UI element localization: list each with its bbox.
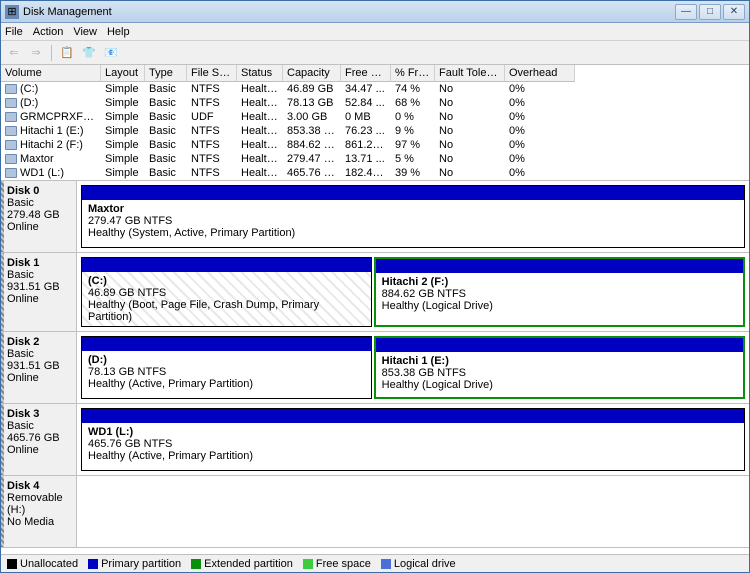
volume-row[interactable]: Hitachi 2 (F:)SimpleBasicNTFSHealthy ...…: [1, 138, 749, 152]
column-header[interactable]: Overhead: [505, 65, 575, 82]
disk-row[interactable]: Disk 2Basic931.51 GBOnline(D:)78.13 GB N…: [1, 332, 749, 404]
column-header[interactable]: Fault Tolerance: [435, 65, 505, 82]
close-button[interactable]: ✕: [723, 4, 745, 20]
properties-button[interactable]: 👕: [80, 44, 98, 62]
volume-row[interactable]: WD1 (L:)SimpleBasicNTFSHealthy ...465.76…: [1, 166, 749, 180]
window-title: Disk Management: [23, 6, 675, 18]
menubar: File Action View Help: [1, 23, 749, 41]
disk-info: Disk 1Basic931.51 GBOnline: [1, 253, 77, 331]
column-header[interactable]: Free S...: [341, 65, 391, 82]
disk-graph-pane: Disk 0Basic279.48 GBOnlineMaxtor279.47 G…: [1, 181, 749, 554]
disk-partitions: (D:)78.13 GB NTFSHealthy (Active, Primar…: [77, 332, 749, 403]
volume-row[interactable]: GRMCPRXFRE...SimpleBasicUDFHealthy ...3.…: [1, 110, 749, 124]
titlebar: ⊞ Disk Management — □ ✕: [1, 1, 749, 23]
disk-row[interactable]: Disk 1Basic931.51 GBOnline(C:)46.89 GB N…: [1, 253, 749, 332]
volume-row[interactable]: MaxtorSimpleBasicNTFSHealthy ...279.47 G…: [1, 152, 749, 166]
volume-row[interactable]: Hitachi 1 (E:)SimpleBasicNTFSHealthy ...…: [1, 124, 749, 138]
column-header[interactable]: Type: [145, 65, 187, 82]
app-icon: ⊞: [5, 5, 19, 19]
disk-row[interactable]: Disk 0Basic279.48 GBOnlineMaxtor279.47 G…: [1, 181, 749, 253]
window-buttons: — □ ✕: [675, 4, 745, 20]
disk-row[interactable]: Disk 3Basic465.76 GBOnlineWD1 (L:)465.76…: [1, 404, 749, 476]
toolbar-separator: [51, 45, 52, 61]
volume-header: VolumeLayoutTypeFile SystemStatusCapacit…: [1, 65, 749, 82]
disk-info: Disk 0Basic279.48 GBOnline: [1, 181, 77, 252]
menu-action[interactable]: Action: [33, 26, 64, 38]
column-header[interactable]: File System: [187, 65, 237, 82]
disk-partitions: WD1 (L:)465.76 GB NTFSHealthy (Active, P…: [77, 404, 749, 475]
legend-unallocated: Unallocated: [7, 558, 78, 570]
column-header[interactable]: Status: [237, 65, 283, 82]
disk-partitions: Maxtor279.47 GB NTFSHealthy (System, Act…: [77, 181, 749, 252]
forward-button[interactable]: ⇒: [27, 44, 45, 62]
partition[interactable]: (C:)46.89 GB NTFSHealthy (Boot, Page Fil…: [81, 257, 372, 327]
partition[interactable]: WD1 (L:)465.76 GB NTFSHealthy (Active, P…: [81, 408, 745, 471]
column-header[interactable]: Capacity: [283, 65, 341, 82]
maximize-button[interactable]: □: [699, 4, 721, 20]
menu-file[interactable]: File: [5, 26, 23, 38]
toolbar: ⇐ ⇒ 📋 👕 📧: [1, 41, 749, 65]
menu-help[interactable]: Help: [107, 26, 130, 38]
volume-row[interactable]: (D:)SimpleBasicNTFSHealthy ...78.13 GB52…: [1, 96, 749, 110]
disk-info: Disk 3Basic465.76 GBOnline: [1, 404, 77, 475]
menu-view[interactable]: View: [73, 26, 97, 38]
back-button[interactable]: ⇐: [5, 44, 23, 62]
partition[interactable]: Hitachi 2 (F:)884.62 GB NTFSHealthy (Log…: [374, 257, 745, 327]
disk-partitions: (C:)46.89 GB NTFSHealthy (Boot, Page Fil…: [77, 253, 749, 331]
minimize-button[interactable]: —: [675, 4, 697, 20]
disk-partitions: [77, 476, 749, 547]
legend-primary: Primary partition: [88, 558, 181, 570]
disk-info: Disk 4Removable (H:)No Media: [1, 476, 77, 547]
legend-logical: Logical drive: [381, 558, 456, 570]
legend: Unallocated Primary partition Extended p…: [1, 554, 749, 572]
partition[interactable]: Maxtor279.47 GB NTFSHealthy (System, Act…: [81, 185, 745, 248]
legend-extended: Extended partition: [191, 558, 293, 570]
volume-grid: VolumeLayoutTypeFile SystemStatusCapacit…: [1, 65, 749, 181]
volume-row[interactable]: (C:)SimpleBasicNTFSHealthy ...46.89 GB34…: [1, 82, 749, 96]
legend-free: Free space: [303, 558, 371, 570]
disk-info: Disk 2Basic931.51 GBOnline: [1, 332, 77, 403]
refresh-button[interactable]: 📋: [58, 44, 76, 62]
disk-row[interactable]: Disk 4Removable (H:)No Media: [1, 476, 749, 548]
volume-body: (C:)SimpleBasicNTFSHealthy ...46.89 GB34…: [1, 82, 749, 180]
column-header[interactable]: Layout: [101, 65, 145, 82]
column-header[interactable]: Volume: [1, 65, 101, 82]
partition[interactable]: Hitachi 1 (E:)853.38 GB NTFSHealthy (Log…: [374, 336, 745, 399]
column-header[interactable]: % Free: [391, 65, 435, 82]
help-button[interactable]: 📧: [102, 44, 120, 62]
partition[interactable]: (D:)78.13 GB NTFSHealthy (Active, Primar…: [81, 336, 372, 399]
